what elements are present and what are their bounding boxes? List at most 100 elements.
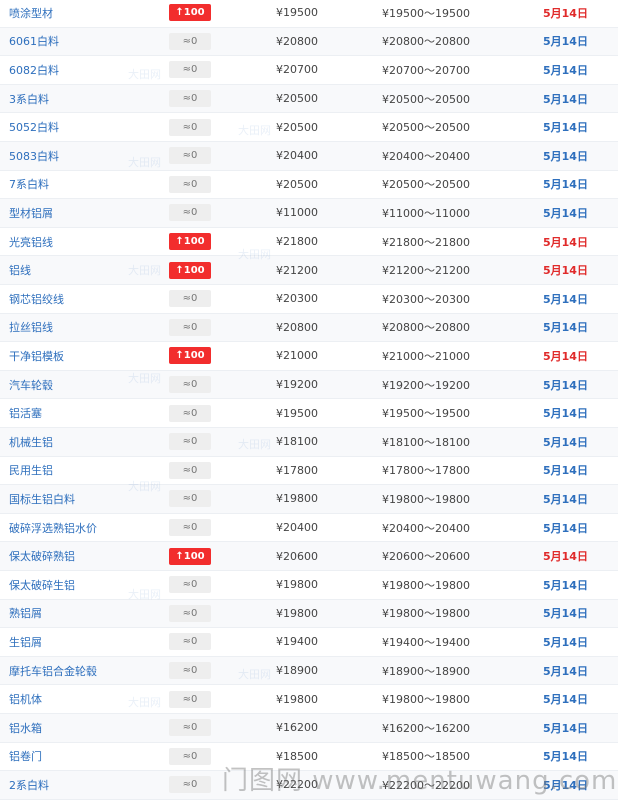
change-cell: ≈0 bbox=[168, 285, 212, 313]
table-row: 保太破碎生铝 ≈0 ¥19800 ¥19800～19800 5月14日 bbox=[0, 571, 618, 600]
update-date: 5月14日 bbox=[543, 149, 588, 163]
price-table: 喷涂型材 ↑100 ¥19500 ¥19500～19500 5月14日 6061白料 ≈0 ¥… bbox=[0, 0, 618, 800]
change-cell: ≈0 bbox=[168, 56, 212, 84]
price-flat-badge: ≈0 bbox=[169, 118, 211, 136]
item-name-link[interactable]: 2系白料 bbox=[9, 771, 169, 799]
price-range: ¥20800～20800 bbox=[382, 321, 470, 335]
price-flat-badge: ≈0 bbox=[169, 32, 211, 50]
change-cell: ≈0 bbox=[168, 685, 212, 713]
item-name-link[interactable]: 破碎浮选熟铝水价 bbox=[9, 514, 169, 542]
item-name-link[interactable]: 汽车轮毂 bbox=[9, 371, 169, 399]
price-flat-badge: ≈0 bbox=[169, 662, 211, 680]
item-name-link[interactable]: 3系白料 bbox=[9, 85, 169, 113]
price-flat-badge: ≈0 bbox=[169, 576, 211, 594]
change-cell: ≈0 bbox=[168, 714, 212, 742]
price-up-badge: ↑100 bbox=[169, 347, 211, 365]
price-range: ¥20800～20800 bbox=[382, 35, 470, 49]
item-name-link[interactable]: 国标生铝白料 bbox=[9, 485, 169, 513]
price-flat-badge: ≈0 bbox=[169, 633, 211, 651]
item-name-link[interactable]: 铝机体 bbox=[9, 685, 169, 713]
price-flat-badge: ≈0 bbox=[169, 204, 211, 222]
price-flat-badge: ≈0 bbox=[169, 604, 211, 622]
price-up-badge: ↑100 bbox=[169, 261, 211, 279]
item-name-link[interactable]: 摩托车铝合金轮毂 bbox=[9, 657, 169, 685]
price-flat-badge: ≈0 bbox=[169, 490, 211, 508]
change-cell: ≈0 bbox=[168, 628, 212, 656]
item-name-link[interactable]: 干净铝模板 bbox=[9, 342, 169, 370]
price-range: ¥11000～11000 bbox=[382, 206, 470, 220]
change-cell: ↑100 bbox=[168, 542, 212, 570]
table-row: 机械生铝 ≈0 ¥18100 ¥18100～18100 5月14日 bbox=[0, 428, 618, 457]
price-flat-badge: ≈0 bbox=[169, 776, 211, 794]
change-cell: ↑100 bbox=[168, 256, 212, 284]
price-range: ¥21800～21800 bbox=[382, 235, 470, 249]
update-date: 5月14日 bbox=[543, 521, 588, 535]
item-name-link[interactable]: 钢芯铝绞线 bbox=[9, 285, 169, 313]
avg-price: ¥19800 bbox=[276, 492, 318, 506]
item-name-link[interactable]: 6061白料 bbox=[9, 28, 169, 56]
update-date: 5月14日 bbox=[543, 349, 588, 363]
change-cell: ≈0 bbox=[168, 657, 212, 685]
item-name-link[interactable]: 机械生铝 bbox=[9, 428, 169, 456]
avg-price: ¥20800 bbox=[276, 320, 318, 334]
price-range: ¥19200～19200 bbox=[382, 378, 470, 392]
change-cell: ≈0 bbox=[168, 113, 212, 141]
item-name-link[interactable]: 5083白料 bbox=[9, 142, 169, 170]
change-cell: ≈0 bbox=[168, 485, 212, 513]
change-cell: ≈0 bbox=[168, 571, 212, 599]
price-range: ¥20700～20700 bbox=[382, 63, 470, 77]
update-date: 5月14日 bbox=[543, 378, 588, 392]
price-range: ¥19800～19800 bbox=[382, 693, 470, 707]
price-flat-badge: ≈0 bbox=[169, 318, 211, 336]
item-name-link[interactable]: 5052白料 bbox=[9, 113, 169, 141]
table-row: 民用生铝 ≈0 ¥17800 ¥17800～17800 5月14日 bbox=[0, 457, 618, 486]
price-flat-badge: ≈0 bbox=[169, 461, 211, 479]
update-date: 5月14日 bbox=[543, 578, 588, 592]
update-date: 5月14日 bbox=[543, 6, 588, 20]
price-flat-badge: ≈0 bbox=[169, 433, 211, 451]
avg-price: ¥17800 bbox=[276, 463, 318, 477]
item-name-link[interactable]: 型材铝屑 bbox=[9, 199, 169, 227]
item-name-link[interactable]: 铝线 bbox=[9, 256, 169, 284]
avg-price: ¥20800 bbox=[276, 34, 318, 48]
item-name-link[interactable]: 光亮铝线 bbox=[9, 228, 169, 256]
table-row: 国标生铝白料 ≈0 ¥19800 ¥19800～19800 5月14日 bbox=[0, 485, 618, 514]
update-date: 5月14日 bbox=[543, 321, 588, 335]
table-row: 破碎浮选熟铝水价 ≈0 ¥20400 ¥20400～20400 5月14日 bbox=[0, 514, 618, 543]
change-cell: ≈0 bbox=[168, 171, 212, 199]
avg-price: ¥19800 bbox=[276, 578, 318, 592]
avg-price: ¥20700 bbox=[276, 63, 318, 77]
price-range: ¥20400～20400 bbox=[382, 521, 470, 535]
price-range: ¥16200～16200 bbox=[382, 721, 470, 735]
table-row: 熟铝屑 ≈0 ¥19800 ¥19800～19800 5月14日 bbox=[0, 599, 618, 629]
item-name-link[interactable]: 熟铝屑 bbox=[9, 600, 169, 628]
item-name-link[interactable]: 保太破碎生铝 bbox=[9, 571, 169, 599]
item-name-link[interactable]: 6082白料 bbox=[9, 56, 169, 84]
item-name-link[interactable]: 拉丝铝线 bbox=[9, 314, 169, 342]
price-flat-badge: ≈0 bbox=[169, 376, 211, 394]
item-name-link[interactable]: 铝活塞 bbox=[9, 399, 169, 427]
table-row: 3系白料 ≈0 ¥20500 ¥20500～20500 5月14日 bbox=[0, 84, 618, 114]
item-name-link[interactable]: 铝卷门 bbox=[9, 743, 169, 771]
item-name-link[interactable]: 保太破碎熟铝 bbox=[9, 542, 169, 570]
update-date: 5月14日 bbox=[543, 121, 588, 135]
avg-price: ¥18900 bbox=[276, 664, 318, 678]
item-name-link[interactable]: 民用生铝 bbox=[9, 457, 169, 485]
avg-price: ¥16200 bbox=[276, 721, 318, 735]
item-name-link[interactable]: 7系白料 bbox=[9, 171, 169, 199]
avg-price: ¥20400 bbox=[276, 149, 318, 163]
price-range: ¥20400～20400 bbox=[382, 149, 470, 163]
change-cell: ≈0 bbox=[168, 457, 212, 485]
update-date: 5月14日 bbox=[543, 407, 588, 421]
change-cell: ≈0 bbox=[168, 371, 212, 399]
avg-price: ¥21800 bbox=[276, 235, 318, 249]
item-name-link[interactable]: 喷涂型材 bbox=[9, 0, 169, 27]
price-range: ¥17800～17800 bbox=[382, 464, 470, 478]
price-range: ¥19800～19800 bbox=[382, 607, 470, 621]
avg-price: ¥19800 bbox=[276, 692, 318, 706]
avg-price: ¥20500 bbox=[276, 177, 318, 191]
table-row: 6061白料 ≈0 ¥20800 ¥20800～20800 5月14日 bbox=[0, 27, 618, 57]
item-name-link[interactable]: 铝水箱 bbox=[9, 714, 169, 742]
table-row: 干净铝模板 ↑100 ¥21000 ¥21000～21000 5月14日 bbox=[0, 342, 618, 371]
item-name-link[interactable]: 生铝屑 bbox=[9, 628, 169, 656]
